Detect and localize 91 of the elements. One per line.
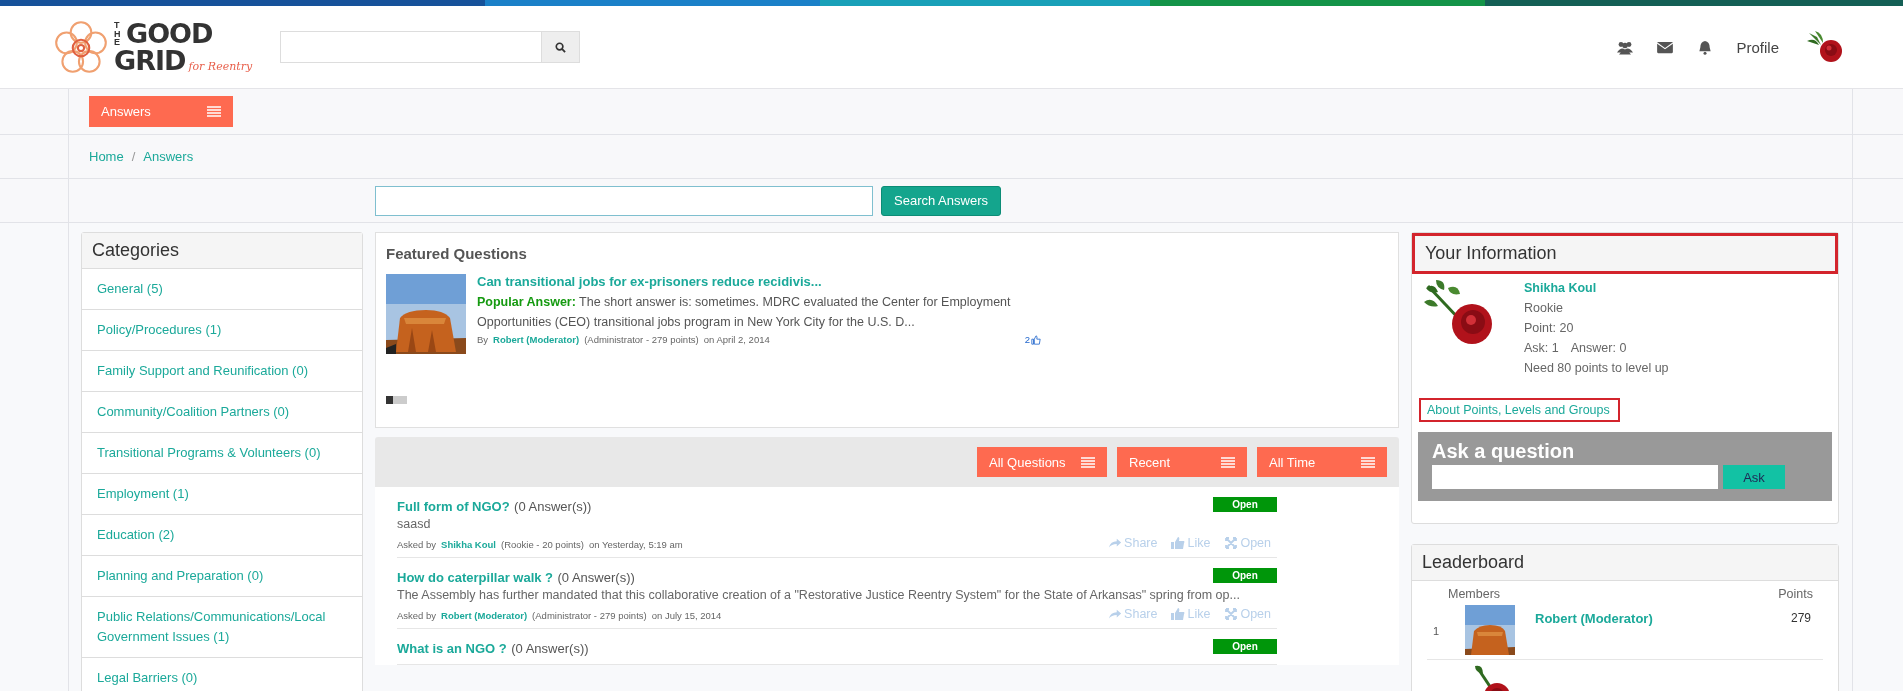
expand-icon <box>1224 537 1239 549</box>
category-link[interactable]: Family Support and Reunification (0) <box>82 351 362 392</box>
breadcrumb-link[interactable]: Answers <box>143 149 194 164</box>
menu-icon <box>1221 456 1235 468</box>
level-up-note: Need 80 points to level up <box>1524 360 1669 377</box>
action-link[interactable]: Open <box>1224 536 1271 550</box>
panel-title: Your Information <box>1425 243 1557 264</box>
category-link[interactable]: Education (2) <box>82 515 362 556</box>
answer-count: Answer: 0 <box>1570 340 1627 357</box>
byline-text: Asked by <box>397 538 437 550</box>
filter-dropdown[interactable]: All Questions <box>977 447 1107 477</box>
category-link[interactable]: Transitional Programs & Volunteers (0) <box>82 433 362 474</box>
post-date: on April 2, 2014 <box>703 334 770 345</box>
question-excerpt: The Assembly has further mandated that this collaborative creation of a "Restorative Justice Reentry System" for the State of Arkansas" spring from op... <box>397 588 1241 602</box>
column-header: Points <box>1778 587 1813 601</box>
user-level: Rookie <box>1524 300 1564 317</box>
column-header: Members <box>1448 587 1501 601</box>
category-link[interactable]: Community/Coalition Partners (0) <box>82 392 362 433</box>
answer-count: (0 Answer(s)) <box>557 570 635 585</box>
action-link[interactable]: Open <box>1224 607 1271 621</box>
menu-icon <box>207 106 221 117</box>
panel-title: Leaderboard <box>1422 552 1525 573</box>
menu-icon <box>1361 456 1375 468</box>
group-icon[interactable] <box>1616 39 1635 55</box>
post-date: on Yesterday, 5:19 am <box>588 538 683 550</box>
logo-text: THE <box>114 21 122 47</box>
menu-icon <box>1081 456 1095 468</box>
answers-menu-button[interactable]: Answers <box>89 96 233 127</box>
author-link[interactable]: Shikha Koul <box>441 538 496 550</box>
filter-dropdown[interactable]: All Time <box>1257 447 1387 477</box>
breadcrumb-link[interactable]: Home <box>89 149 124 164</box>
author-role: (Administrator - 279 points) <box>584 334 699 345</box>
breadcrumb-separator: / <box>131 149 136 164</box>
author-role: (Rookie - 20 points) <box>501 538 584 550</box>
ask-count: Ask: 1 <box>1524 340 1559 357</box>
category-link[interactable]: General (5) <box>82 269 362 310</box>
member-name-link[interactable]: Robert (Moderator) <box>1535 605 1785 626</box>
question-excerpt: saasd <box>397 517 432 531</box>
question-input[interactable] <box>1432 465 1718 489</box>
answer-count: (0 Answer(s)) <box>514 499 592 514</box>
action-link[interactable]: Share <box>1108 536 1158 550</box>
question-link[interactable]: Full form of NGO? <box>397 499 510 514</box>
status-badge: Open <box>1213 639 1277 654</box>
profile-link[interactable]: Profile <box>1736 38 1779 56</box>
answer-count: (0 Answer(s)) <box>511 641 589 656</box>
category-link[interactable]: Employment (1) <box>82 474 362 515</box>
byline-text: By <box>477 334 489 345</box>
share-icon <box>1108 608 1123 620</box>
user-points: Point: 20 <box>1524 320 1575 337</box>
byline-text: Asked by <box>397 609 437 621</box>
like-count: 2 <box>1024 334 1031 345</box>
status-badge: Open <box>1213 568 1277 583</box>
logo-text: GRID <box>114 47 186 74</box>
mail-icon[interactable] <box>1656 39 1675 55</box>
logo-tagline: for Reentry <box>188 61 253 74</box>
post-date: on July 15, 2014 <box>651 609 722 621</box>
expand-icon <box>1224 608 1239 620</box>
rank-number: 1 <box>1433 625 1440 637</box>
ask-button[interactable]: Ask <box>1723 465 1785 489</box>
user-name-link[interactable]: Shikha Koul <box>1524 278 1669 298</box>
author-role: (Administrator - 279 points) <box>532 609 647 621</box>
search-field[interactable] <box>280 31 580 63</box>
answer-search-field[interactable] <box>375 185 873 216</box>
question-link[interactable]: Can transitional jobs for ex-prisoners reduce recidivis... <box>477 274 1077 289</box>
thumbs-up-icon <box>1171 537 1186 549</box>
category-link[interactable]: Legal Barriers (0) <box>82 658 362 691</box>
action-link[interactable]: Like <box>1171 607 1211 621</box>
search-icon <box>555 41 566 53</box>
filter-dropdown[interactable]: Recent <box>1117 447 1247 477</box>
question-link[interactable]: How do caterpillar walk ? <box>397 570 554 585</box>
category-link[interactable]: Planning and Preparation (0) <box>82 556 362 597</box>
thumbs-up-icon[interactable] <box>1031 334 1042 345</box>
about-points-link[interactable]: About Points, Levels and Groups <box>1419 398 1620 422</box>
search-answers-button[interactable]: Search Answers <box>881 185 1001 216</box>
action-link[interactable]: Like <box>1171 536 1211 550</box>
answer-excerpt: Popular Answer: The short answer is: sometimes. MDRC evaluated the Center for Employment Opportunities (CEO) transitional jobs program in New York City for the U.S. D... <box>477 294 1012 331</box>
category-link[interactable]: Policy/Procedures (1) <box>82 310 362 351</box>
question-link[interactable]: What is an NGO ? <box>397 641 507 656</box>
search-button[interactable] <box>541 32 579 62</box>
member-points: 279 <box>1790 610 1812 625</box>
status-badge: Open <box>1213 497 1277 512</box>
logo-text: GOOD <box>126 20 213 47</box>
panel-title: Categories <box>92 240 180 261</box>
author-link[interactable]: Robert (Moderator) <box>441 609 528 621</box>
ask-title: Ask a question <box>1432 440 1576 463</box>
section-title: Featured Questions <box>386 245 528 262</box>
share-icon <box>1108 537 1123 549</box>
author-link[interactable]: Robert (Moderator) <box>493 334 580 345</box>
action-link[interactable]: Share <box>1108 607 1158 621</box>
category-link[interactable]: Public Relations/Communications/Local Government Issues (1) <box>82 597 362 658</box>
thumbs-up-icon <box>1171 608 1186 620</box>
